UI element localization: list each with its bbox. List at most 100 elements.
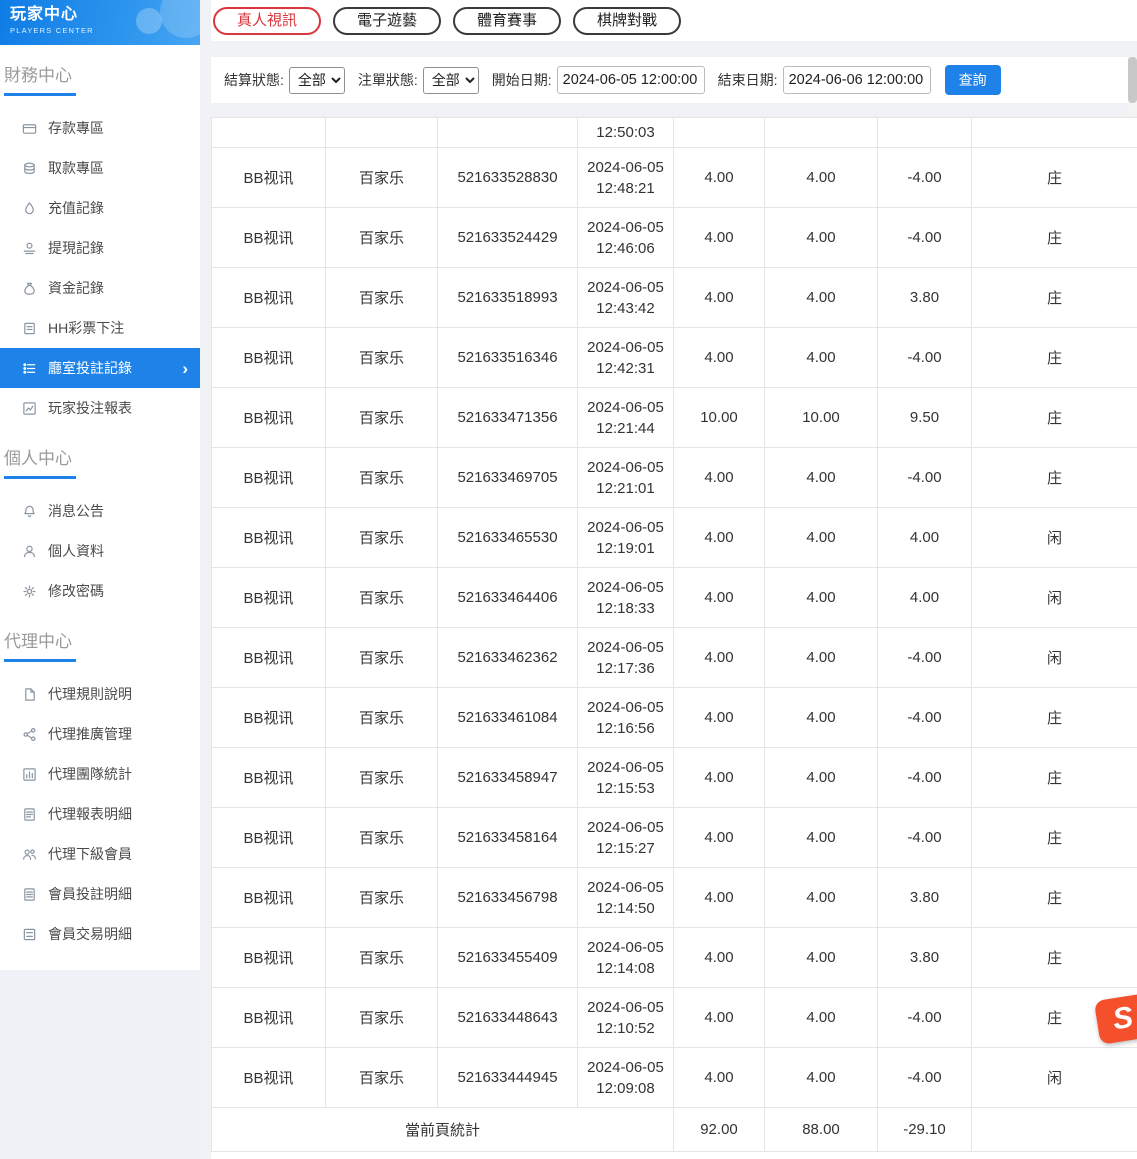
cell-platform: BB视讯 — [212, 448, 326, 508]
cell-datetime: 2024-06-0512:21:44 — [578, 388, 674, 448]
cell-order-no: 521633458947 — [438, 748, 578, 808]
cell-win-loss: -4.00 — [878, 448, 972, 508]
sidebar: 玩家中心 PLAYERS CENTER 財務中心存款專區取款專區充值記錄提現記錄… — [0, 0, 200, 1159]
sidebar-item-label: 廳室投註記錄 — [48, 358, 132, 378]
report-icon — [22, 400, 38, 416]
cell-win-loss: -4.00 — [878, 328, 972, 388]
sidebar-item-hh-lottery[interactable]: HH彩票下注 — [0, 308, 200, 348]
cell-order-no: 521633455409 — [438, 928, 578, 988]
tab-live-video[interactable]: 真人視訊 — [213, 7, 321, 35]
cell-valid-bet: 4.00 — [765, 928, 878, 988]
cell-result: 庄 — [972, 808, 1137, 868]
sidebar-item-label: 代理報表明細 — [48, 804, 132, 824]
table-row: BB视讯百家乐5216335244292024-06-0512:46:064.0… — [212, 208, 1137, 268]
cell-bet-amount: 4.00 — [674, 568, 765, 628]
sidebar-item-room-bet-records[interactable]: 廳室投註記錄› — [0, 348, 200, 388]
cell-valid-bet: 4.00 — [765, 568, 878, 628]
table-row-partial: 12:50:03 — [212, 118, 1137, 148]
sidebar-item-change-password[interactable]: 修改密碼 — [0, 571, 200, 611]
sidebar-item-withdraw-records[interactable]: 提現記錄 — [0, 228, 200, 268]
cell-datetime: 2024-06-0512:18:33 — [578, 568, 674, 628]
sidebar-item-withdraw[interactable]: 取款專區 — [0, 148, 200, 188]
sidebar-item-agent-rules[interactable]: 代理規則說明 — [0, 674, 200, 714]
bet-records-table: 12:50:03BB视讯百家乐5216335288302024-06-0512:… — [211, 117, 1137, 1152]
cell-bet-amount: 4.00 — [674, 508, 765, 568]
start-date-label: 開始日期: — [492, 70, 552, 90]
cell-result: 庄 — [972, 268, 1137, 328]
sidebar-item-funds-records[interactable]: 資金記錄 — [0, 268, 200, 308]
tab-sports-events[interactable]: 體育賽事 — [453, 7, 561, 35]
sidebar-item-agent-promotion[interactable]: 代理推廣管理 — [0, 714, 200, 754]
cell-bet-amount: 4.00 — [674, 328, 765, 388]
app-logo: 玩家中心 PLAYERS CENTER — [0, 0, 200, 45]
cell-bet-amount: 4.00 — [674, 628, 765, 688]
sidebar-item-label: 玩家投注報表 — [48, 398, 132, 418]
sidebar-item-recharge-records[interactable]: 充值記錄 — [0, 188, 200, 228]
cell-platform: BB视讯 — [212, 328, 326, 388]
cell-win-loss: 3.80 — [878, 868, 972, 928]
cell-game: 百家乐 — [326, 928, 438, 988]
cell-platform: BB视讯 — [212, 688, 326, 748]
cell-order-no: 521633461084 — [438, 688, 578, 748]
report-detail-icon — [22, 806, 38, 822]
end-date-input[interactable] — [783, 66, 931, 94]
cell-game: 百家乐 — [326, 988, 438, 1048]
vertical-scrollbar[interactable] — [1128, 57, 1137, 117]
order-status-select[interactable]: 全部 — [423, 67, 479, 94]
cell-platform: BB视讯 — [212, 508, 326, 568]
sidebar-item-deposit[interactable]: 存款專區 — [0, 108, 200, 148]
cell-game: 百家乐 — [326, 388, 438, 448]
cell-win-loss: -4.00 — [878, 808, 972, 868]
cell-win-loss: -4.00 — [878, 208, 972, 268]
sidebar-item-announcements[interactable]: 消息公告 — [0, 491, 200, 531]
settle-status-select[interactable]: 全部 — [289, 67, 345, 94]
member-bets-icon — [22, 886, 38, 902]
start-date-input[interactable] — [557, 66, 705, 94]
cell-win-loss: 9.50 — [878, 388, 972, 448]
cell-datetime: 2024-06-0512:09:08 — [578, 1048, 674, 1108]
cell-result: 庄 — [972, 388, 1137, 448]
cell-game: 百家乐 — [326, 508, 438, 568]
sidebar-item-label: 消息公告 — [48, 501, 104, 521]
cell-platform: BB视讯 — [212, 268, 326, 328]
settle-status-label: 結算狀態: — [224, 70, 284, 90]
sidebar-item-agent-members[interactable]: 代理下級會員 — [0, 834, 200, 874]
cashout-icon — [22, 240, 38, 256]
cell-game: 百家乐 — [326, 568, 438, 628]
lottery-icon — [22, 320, 38, 336]
cell-datetime: 2024-06-0512:16:56 — [578, 688, 674, 748]
cell-order-no: 521633448643 — [438, 988, 578, 1048]
cell-order-no: 521633462362 — [438, 628, 578, 688]
table-row: BB视讯百家乐5216334486432024-06-0512:10:524.0… — [212, 988, 1137, 1048]
cell-result: 庄 — [972, 868, 1137, 928]
cell-platform — [212, 118, 326, 148]
summary-valid-bet: 88.00 — [765, 1108, 878, 1152]
cell-bet-amount: 4.00 — [674, 208, 765, 268]
cell-result: 庄 — [972, 748, 1137, 808]
cell-bet-amount: 4.00 — [674, 748, 765, 808]
table-row: BB视讯百家乐5216334581642024-06-0512:15:274.0… — [212, 808, 1137, 868]
sidebar-section-title: 個人中心 — [0, 428, 200, 479]
sidebar-item-member-transactions[interactable]: 會員交易明細 — [0, 914, 200, 954]
sidebar-item-agent-report-details[interactable]: 代理報表明細 — [0, 794, 200, 834]
table-row: BB视讯百家乐5216334655302024-06-0512:19:014.0… — [212, 508, 1137, 568]
table-row: BB视讯百家乐5216334713562024-06-0512:21:4410.… — [212, 388, 1137, 448]
table-row: BB视讯百家乐5216334567982024-06-0512:14:504.0… — [212, 868, 1137, 928]
sidebar-item-member-bet-details[interactable]: 會員投註明細 — [0, 874, 200, 914]
team-stats-icon — [22, 766, 38, 782]
cell-valid-bet: 4.00 — [765, 208, 878, 268]
sidebar-item-player-bet-report[interactable]: 玩家投注報表 — [0, 388, 200, 428]
sidebar-item-label: 存款專區 — [48, 118, 104, 138]
cell-game: 百家乐 — [326, 448, 438, 508]
tab-electronic-games[interactable]: 電子遊藝 — [333, 7, 441, 35]
tab-bar: 真人視訊電子遊藝體育賽事棋牌對戰 — [211, 0, 1137, 41]
sidebar-item-profile[interactable]: 個人資料 — [0, 531, 200, 571]
tab-board-games[interactable]: 棋牌對戰 — [573, 7, 681, 35]
cell-valid-bet: 4.00 — [765, 988, 878, 1048]
sidebar-item-agent-team-stats[interactable]: 代理團隊統計 — [0, 754, 200, 794]
query-button[interactable]: 查詢 — [945, 65, 1001, 95]
sidebar-item-label: 代理下級會員 — [48, 844, 132, 864]
cell-order-no: 521633528830 — [438, 148, 578, 208]
scrollbar-thumb[interactable] — [1128, 57, 1137, 103]
logo-bubble-decoration — [136, 8, 162, 34]
